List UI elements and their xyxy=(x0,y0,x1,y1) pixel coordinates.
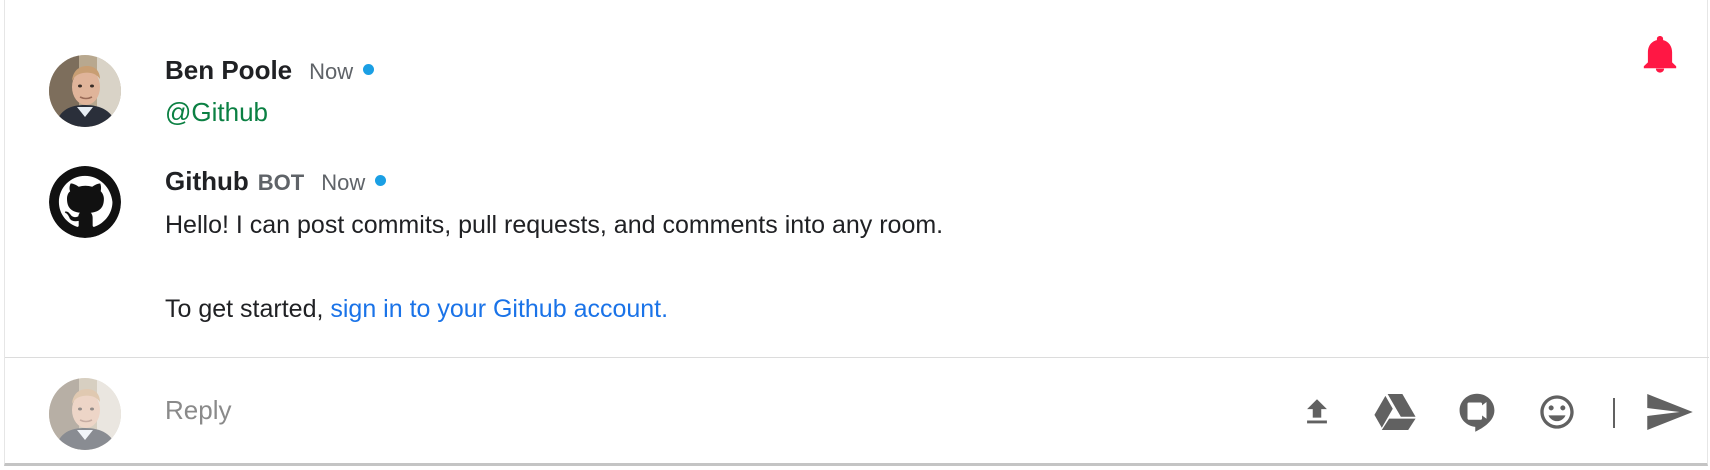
upload-icon[interactable] xyxy=(1295,390,1339,434)
avatar-github[interactable] xyxy=(49,166,121,238)
presence-dot xyxy=(363,64,375,75)
video-call-icon[interactable] xyxy=(1455,390,1499,434)
sign-in-link[interactable]: sign in to your Github account. xyxy=(330,295,668,323)
author-name: Github xyxy=(165,166,249,196)
send-icon[interactable] xyxy=(1645,390,1695,434)
emoji-icon[interactable] xyxy=(1535,390,1579,434)
message-text-prefix: To get started, xyxy=(165,295,331,323)
reply-input[interactable] xyxy=(165,390,1165,430)
message-time: Now xyxy=(309,59,354,84)
divider xyxy=(5,357,1709,358)
google-drive-icon[interactable] xyxy=(1373,390,1417,434)
avatar-ben-poole[interactable] xyxy=(49,55,121,127)
reply-avatar xyxy=(49,378,121,450)
message-text: Hello! I can post commits, pull requests… xyxy=(165,211,944,239)
author-name: Ben Poole xyxy=(165,55,293,85)
message-time: Now xyxy=(321,170,366,195)
chat-thread: Ben Poole Now @Github Github BOT Now Hel… xyxy=(4,0,1709,466)
toolbar-separator xyxy=(1613,398,1615,428)
message-text-signin: To get started, sign in to your Github a… xyxy=(165,292,1645,326)
notification-bell-icon[interactable] xyxy=(1643,36,1677,74)
presence-dot xyxy=(375,175,387,186)
bot-badge: BOT xyxy=(257,170,305,195)
mention-link[interactable]: @Github xyxy=(165,97,1645,128)
